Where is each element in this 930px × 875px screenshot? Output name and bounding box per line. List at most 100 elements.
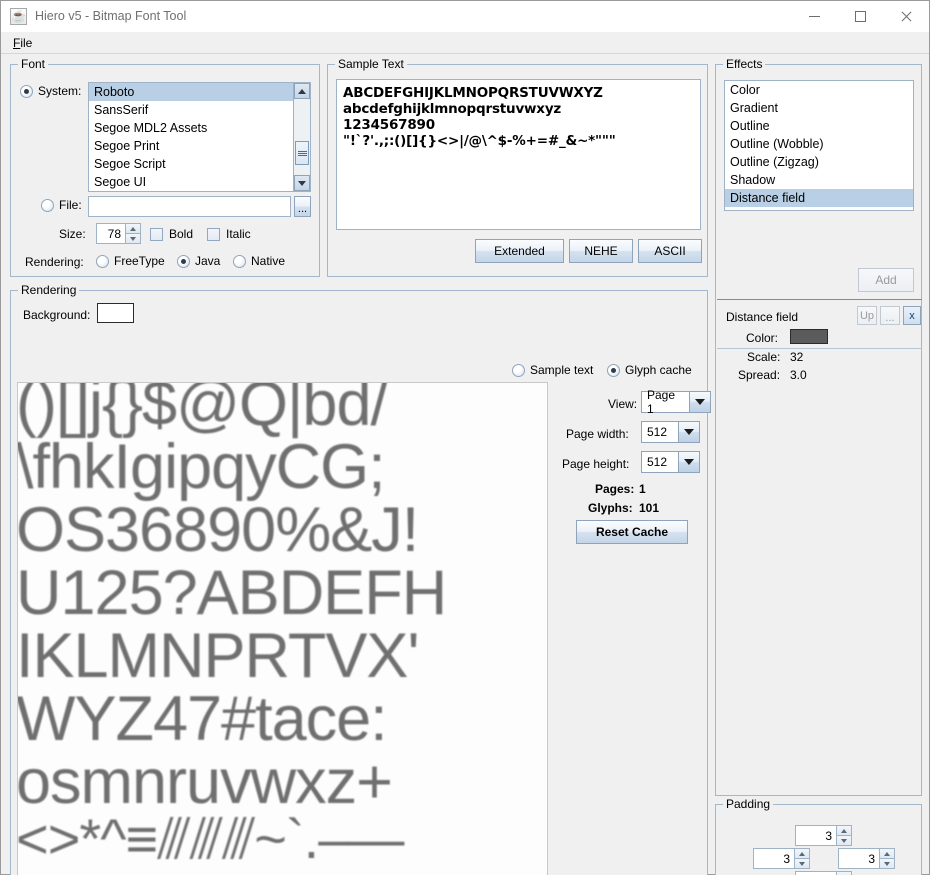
effect-spread-value[interactable]: 3.0 (790, 368, 807, 382)
padding-left-arrows[interactable] (794, 848, 810, 869)
chevron-down-icon[interactable] (679, 451, 700, 473)
close-icon (900, 10, 913, 23)
glyph-row: WYZ47#tace: (17, 688, 387, 751)
font-size-arrows[interactable] (125, 223, 141, 244)
list-item[interactable]: Color (725, 81, 913, 99)
padding-bottom-arrows[interactable] (836, 871, 852, 875)
bold-checkbox[interactable]: Bold (150, 227, 193, 241)
extended-button[interactable]: Extended (475, 239, 564, 263)
padding-top-value[interactable]: 3 (795, 825, 836, 846)
file-font-radio[interactable]: File: (41, 198, 82, 212)
padding-top-stepper[interactable]: 3 (795, 825, 852, 846)
increment-button[interactable] (879, 848, 895, 858)
system-font-list[interactable]: Roboto SansSerif Segoe MDL2 Assets Segoe… (88, 82, 311, 192)
close-button[interactable] (883, 1, 929, 32)
effect-scale-label: Scale: (747, 350, 780, 364)
decrement-button[interactable] (794, 858, 810, 869)
glyphs-label: Glyphs: (588, 501, 633, 515)
view-page-select[interactable]: Page 1 (641, 391, 711, 413)
scroll-up-button[interactable] (294, 83, 310, 99)
system-font-radio[interactable]: System: (20, 84, 81, 98)
increment-button[interactable] (836, 871, 852, 875)
rendering-freetype-label: FreeType (114, 254, 165, 268)
effect-color-swatch[interactable] (790, 329, 828, 344)
font-file-browse-button[interactable]: ... (294, 196, 311, 217)
padding-bottom-stepper[interactable]: 3 (795, 871, 852, 875)
list-item[interactable]: Outline (Wobble) (725, 135, 913, 153)
ascii-button[interactable]: ASCII (638, 239, 702, 263)
page-height-select[interactable]: 512 (641, 451, 700, 473)
radio-dot-icon (607, 364, 620, 377)
radio-dot-icon (177, 255, 190, 268)
padding-legend: Padding (723, 797, 773, 811)
scroll-thumb[interactable] (295, 141, 309, 165)
arrow-down-icon (298, 181, 306, 186)
checkbox-box-icon (207, 228, 220, 241)
list-item[interactable]: SansSerif (89, 101, 293, 119)
list-item[interactable]: Shadow (725, 171, 913, 189)
background-color-swatch[interactable] (97, 303, 134, 323)
font-size-value[interactable]: 78 (96, 223, 125, 244)
chevron-down-icon[interactable] (679, 421, 700, 443)
list-item[interactable]: Segoe MDL2 Assets (89, 119, 293, 137)
padding-right-arrows[interactable] (879, 848, 895, 869)
list-item[interactable]: Distance field (725, 189, 913, 207)
glyph-cache-preview[interactable]: ()[]j{}$@Q|bd/ \fhkIgipqyCG; OS36890%&J!… (17, 382, 548, 875)
list-item[interactable]: Segoe Print (89, 137, 293, 155)
padding-right-stepper[interactable]: 3 (838, 848, 895, 869)
add-effect-button[interactable]: Add (858, 268, 914, 292)
increment-button[interactable] (836, 825, 852, 835)
font-size-increment[interactable] (125, 223, 141, 233)
padding-top-arrows[interactable] (836, 825, 852, 846)
maximize-button[interactable] (837, 1, 883, 32)
padding-left-value[interactable]: 3 (753, 848, 794, 869)
rendering-native-radio[interactable]: Native (233, 254, 285, 268)
minimize-button[interactable] (791, 1, 837, 32)
font-file-input[interactable] (88, 196, 291, 217)
list-item[interactable]: Roboto (89, 83, 293, 101)
font-size-decrement[interactable] (125, 233, 141, 244)
page-height-value: 512 (641, 451, 679, 473)
italic-checkbox[interactable]: Italic (207, 227, 251, 241)
rendering-freetype-radio[interactable]: FreeType (96, 254, 165, 268)
font-list-scrollbar[interactable] (293, 83, 310, 191)
nehe-button[interactable]: NEHE (569, 239, 633, 263)
list-item[interactable]: Outline (Zigzag) (725, 153, 913, 171)
list-item[interactable]: Segoe UI (89, 173, 293, 191)
padding-bottom-value[interactable]: 3 (795, 871, 836, 875)
arrow-up-icon (841, 829, 847, 833)
effect-scale-value[interactable]: 32 (790, 350, 803, 364)
effect-move-up-button[interactable]: Up (857, 306, 877, 325)
rendering-java-radio[interactable]: Java (177, 254, 220, 268)
font-size-stepper[interactable]: 78 (96, 223, 141, 244)
effect-properties-divider (717, 348, 922, 349)
effects-list[interactable]: Color Gradient Outline Outline (Wobble) … (724, 80, 914, 211)
decrement-button[interactable] (879, 858, 895, 869)
rendering-panel: Rendering Background: Sample text Glyph … (10, 290, 708, 875)
view-page-value: Page 1 (641, 391, 690, 413)
background-label: Background: (23, 308, 90, 322)
scroll-down-button[interactable] (294, 175, 310, 191)
list-item[interactable]: Outline (725, 117, 913, 135)
reset-cache-button[interactable]: Reset Cache (576, 520, 688, 544)
page-height-label: Page height: (562, 457, 629, 471)
page-width-label: Page width: (566, 427, 629, 441)
page-width-select[interactable]: 512 (641, 421, 700, 443)
glyph-row: U125?ABDEFH (17, 562, 446, 625)
glyph-cache-mode-radio[interactable]: Glyph cache (607, 363, 692, 377)
effect-options-button[interactable]: ... (880, 306, 900, 325)
effect-remove-button[interactable]: x (903, 306, 921, 325)
padding-left-stepper[interactable]: 3 (753, 848, 810, 869)
scroll-track[interactable] (294, 99, 310, 175)
sample-text-input[interactable]: ABCDEFGHIJKLMNOPQRSTUVWXYZ abcdefghijklm… (336, 79, 701, 230)
chevron-down-icon[interactable] (690, 391, 711, 413)
sample-text-mode-radio[interactable]: Sample text (512, 363, 593, 377)
menu-item-file[interactable]: File (7, 34, 38, 52)
increment-button[interactable] (794, 848, 810, 858)
list-item[interactable]: Segoe Script (89, 155, 293, 173)
decrement-button[interactable] (836, 835, 852, 846)
padding-right-value[interactable]: 3 (838, 848, 879, 869)
list-item[interactable]: Gradient (725, 99, 913, 117)
effects-panel: Effects Color Gradient Outline Outline (… (715, 64, 922, 796)
window-title: Hiero v5 - Bitmap Font Tool (35, 9, 791, 23)
